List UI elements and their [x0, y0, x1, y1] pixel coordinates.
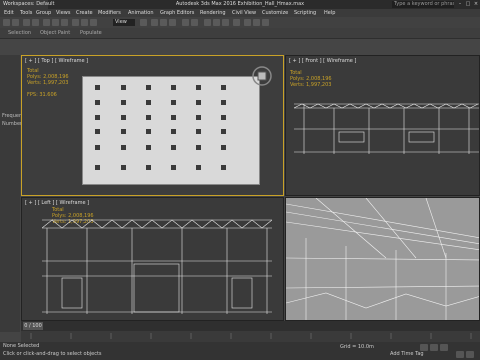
stats-verts: Verts: 1,997,203: [27, 80, 69, 86]
viewport-label[interactable]: [ + ] [ Left ] [ Wireframe ]: [25, 200, 89, 206]
workspace-selector[interactable]: Workspaces: Default: [0, 0, 54, 9]
menu-views[interactable]: Views: [56, 9, 70, 17]
select-by-name-icon[interactable]: [52, 19, 59, 26]
viewport-perspective[interactable]: [285, 197, 480, 321]
select-icon[interactable]: [43, 19, 50, 26]
number-label: Number: [2, 121, 23, 127]
frame-counter[interactable]: 0 / 100: [23, 322, 43, 330]
align-icon[interactable]: [191, 19, 198, 26]
time-slider[interactable]: 0 / 100: [21, 321, 480, 331]
curve-editor-icon[interactable]: [213, 19, 220, 26]
selection-region-icon[interactable]: [61, 19, 68, 26]
add-time-tag[interactable]: Add Time Tag: [390, 351, 424, 357]
material-editor-icon[interactable]: [233, 19, 240, 26]
maximize-icon[interactable]: □: [464, 0, 472, 9]
title-bar: Workspaces: Default Autodesk 3ds Max 201…: [0, 0, 480, 9]
zoom-icon[interactable]: [456, 351, 464, 358]
left-panel: Frequency Number: [0, 55, 28, 332]
viewport-front[interactable]: [ + ] [ Front ] [ Wireframe ] Total Poly…: [285, 55, 480, 196]
pivot-icon[interactable]: [140, 19, 147, 26]
viewport-label[interactable]: [ + ] [ Top ] [ Wireframe ]: [25, 58, 88, 64]
menu-modifiers[interactable]: Modifiers: [98, 9, 121, 17]
unlink-icon[interactable]: [32, 19, 39, 26]
plan-grid: [95, 85, 226, 170]
reference-coordinate-dropdown[interactable]: View: [113, 19, 135, 26]
menu-edit[interactable]: Edit: [4, 9, 14, 17]
render-icon[interactable]: [262, 19, 269, 26]
redo-icon[interactable]: [12, 19, 19, 26]
menu-bar: Edit Tools Group Views Create Modifiers …: [0, 9, 480, 17]
prompt-hint: Click or click-and-drag to select object…: [3, 351, 102, 357]
search-input[interactable]: Type a keyword or phrase: [392, 1, 454, 8]
render-frame-icon[interactable]: [253, 19, 260, 26]
stats-fps: FPS: 31.606: [27, 92, 57, 98]
key-mode-icon[interactable]: [440, 344, 448, 351]
menu-animation[interactable]: Animation: [128, 9, 154, 17]
layer-icon[interactable]: [204, 19, 211, 26]
link-icon[interactable]: [23, 19, 30, 26]
snap-icon[interactable]: [151, 19, 158, 26]
tab-object-paint[interactable]: Object Paint: [40, 28, 70, 38]
front-wireframe: [294, 103, 479, 154]
menu-scripting[interactable]: Scripting: [294, 9, 316, 17]
track-bar[interactable]: [21, 331, 480, 342]
window-title: Autodesk 3ds Max 2016 Exhibition_Hall_Hm…: [175, 1, 305, 7]
scale-icon[interactable]: [90, 19, 97, 26]
close-icon[interactable]: ×: [472, 0, 480, 9]
menu-create[interactable]: Create: [76, 9, 93, 17]
ribbon-tabs: Selection Object Paint Populate: [0, 28, 480, 39]
next-frame-icon[interactable]: [430, 344, 438, 351]
stats-verts: Verts: 1,997,203: [290, 82, 332, 88]
menu-help[interactable]: Help: [324, 9, 335, 17]
selection-status: None Selected: [3, 343, 40, 349]
menu-customize[interactable]: Customize: [262, 9, 288, 17]
perspective-wireframe: [286, 198, 479, 320]
tab-populate[interactable]: Populate: [80, 28, 102, 38]
menu-group[interactable]: Group: [36, 9, 51, 17]
undo-icon[interactable]: [3, 19, 10, 26]
viewport-label[interactable]: [ + ] [ Front ] [ Wireframe ]: [289, 58, 356, 64]
play-icon[interactable]: [420, 344, 428, 351]
floor-plan: [82, 76, 260, 185]
tab-selection[interactable]: Selection: [8, 28, 31, 38]
main-toolbar: [0, 17, 480, 28]
percent-snap-icon[interactable]: [169, 19, 176, 26]
menu-graph-editors[interactable]: Graph Editors: [160, 9, 194, 17]
angle-snap-icon[interactable]: [160, 19, 167, 26]
render-setup-icon[interactable]: [244, 19, 251, 26]
menu-rendering[interactable]: Rendering: [200, 9, 226, 17]
status-bar: None Selected Click or click-and-drag to…: [0, 342, 480, 360]
move-icon[interactable]: [72, 19, 79, 26]
mirror-icon[interactable]: [182, 19, 189, 26]
left-wireframe: [42, 219, 272, 314]
rotate-icon[interactable]: [81, 19, 88, 26]
grid-size: Grid = 10.0m: [340, 344, 374, 350]
menu-civil-view[interactable]: Civil View: [232, 9, 256, 17]
viewport-top[interactable]: [ + ] [ Top ] [ Wireframe ] Total Polys:…: [21, 55, 284, 196]
track-ticks: [30, 333, 472, 339]
minimize-icon[interactable]: –: [456, 0, 464, 9]
pan-icon[interactable]: [466, 351, 474, 358]
viewport-left[interactable]: [ + ] [ Left ] [ Wireframe ] Total Polys…: [21, 197, 284, 321]
menu-tools[interactable]: Tools: [20, 9, 32, 17]
viewcube-icon[interactable]: [250, 64, 274, 88]
schematic-icon[interactable]: [222, 19, 229, 26]
ribbon-panel: [0, 39, 480, 55]
